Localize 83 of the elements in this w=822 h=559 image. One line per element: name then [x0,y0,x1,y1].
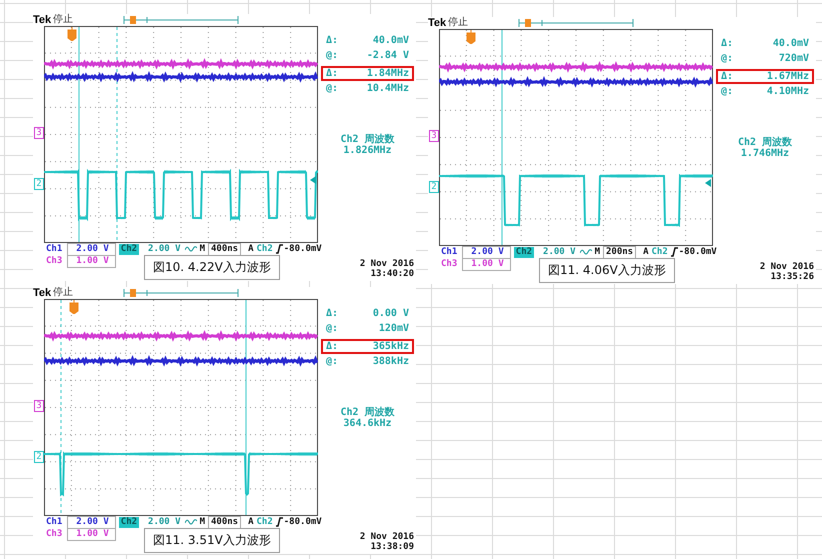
status-label: 停止 [448,17,468,29]
trigger-marker-icon [67,27,77,41]
channel-scale: 2.00 V [462,246,511,258]
timebase-label: M [594,246,600,258]
brand-label: Tek [33,287,52,299]
cursor-readout: @: -2.84 V [325,49,410,63]
trigger-source: Ch2 [256,516,273,528]
status-label: 停止 [53,287,74,299]
trigger-level-icon [705,179,711,187]
channel-label: Ch1 [45,516,64,528]
measurement-label: Ch2 周波数 [339,407,396,418]
channel-label: Ch3 [440,259,458,270]
measurement-value: 1.826MHz [342,145,393,156]
rising-edge-icon [276,244,283,254]
time-label: 13:38:09 [370,542,414,552]
channel-scale: 1.00 V [462,258,511,271]
trigger-level-icon [310,176,316,184]
cursor-readout: @: 10.4MHz [325,82,410,96]
channel-ground-marker: 2 [34,178,44,190]
trigger-mode: A [248,516,254,528]
trigger-source: Ch2 [652,246,668,258]
cursor-readout: Δ: 365kHz [321,339,414,354]
measurement-label: Ch2 周波数 [736,137,794,148]
rising-edge-icon [276,517,283,527]
date-label: 2 Nov 2016 [760,262,814,272]
channel-scale: 1.00 V [67,255,116,268]
channel-ground-marker: 3 [34,127,44,139]
channel-scale: 1.00 V [67,528,116,541]
measurement-value: 1.746MHz [740,148,790,159]
measurement-value: 364.6kHz [342,418,393,429]
cursor-readout: Δ: 40.0mV [325,34,410,48]
cursor-readout: @: 4.10MHz [720,85,810,99]
channel-scale: 2.00 V [542,246,577,258]
channel-ground-marker: 3 [34,400,44,412]
cursor-readout: Δ: 1.67MHz [716,69,814,84]
trigger-level: -80.0mV [284,516,322,528]
record-position-bar-icon [123,288,240,298]
bandwidth-icon [184,245,197,253]
brand-label: Tek [33,14,52,26]
timebase-label: M [200,516,205,528]
channel-ground-marker: 2 [34,451,44,463]
trigger-marker-icon [466,30,476,44]
channel-scale: 2.00 V [67,242,116,256]
status-label: 停止 [53,14,74,26]
date-label: 2 Nov 2016 [360,532,414,542]
channel-scale: 2.00 V [147,244,182,254]
trigger-mode: A [248,244,254,254]
channel-scale: 2.00 V [67,516,116,528]
timebase-label: M [200,244,205,254]
trigger-source: Ch2 [256,244,273,254]
brand-label: Tek [428,17,446,29]
date-label: 2 Nov 2016 [360,259,414,269]
bandwidth-icon [184,518,197,526]
measurement-label: Ch2 周波数 [339,134,396,145]
channel-ground-marker: 3 [429,130,439,142]
cursor-readout: Δ: 1.84MHz [321,66,414,81]
cursor-readout: @: 720mV [720,52,810,66]
figure-caption: 図11. 4.06V入力波形 [539,258,675,283]
record-position-bar-icon [123,15,240,25]
channel-label: Ch2 [514,246,534,258]
time-label: 13:35:26 [770,272,814,282]
channel-label: Ch2 [118,516,140,528]
bandwidth-icon [580,248,592,256]
channel-label: Ch1 [440,246,458,258]
trigger-level: -80.0mV [284,244,322,254]
cursor-readout: @: 120mV [325,322,410,336]
trigger-level: -80.0mV [678,246,717,258]
figure-caption: 図11. 3.51V入力波形 [144,528,280,553]
figure-caption: 図10. 4.22V入力波形 [144,255,280,280]
channel-scale: 2.00 V [147,516,182,528]
channel-label: Ch1 [45,244,64,254]
channel-label: Ch2 [118,244,140,254]
cursor-readout: Δ: 40.0mV [720,37,810,51]
channel-ground-marker: 2 [429,181,439,193]
record-position-bar-icon [518,18,634,28]
channel-label: Ch3 [45,256,64,267]
trigger-marker-icon [69,300,79,314]
cursor-readout: Δ: 0.00 V [325,307,410,321]
channel-label: Ch3 [45,529,64,540]
cursor-readout: @: 388kHz [325,355,410,369]
time-label: 13:40:20 [370,269,414,279]
rising-edge-icon [670,247,678,257]
trigger-mode: A [643,246,648,258]
